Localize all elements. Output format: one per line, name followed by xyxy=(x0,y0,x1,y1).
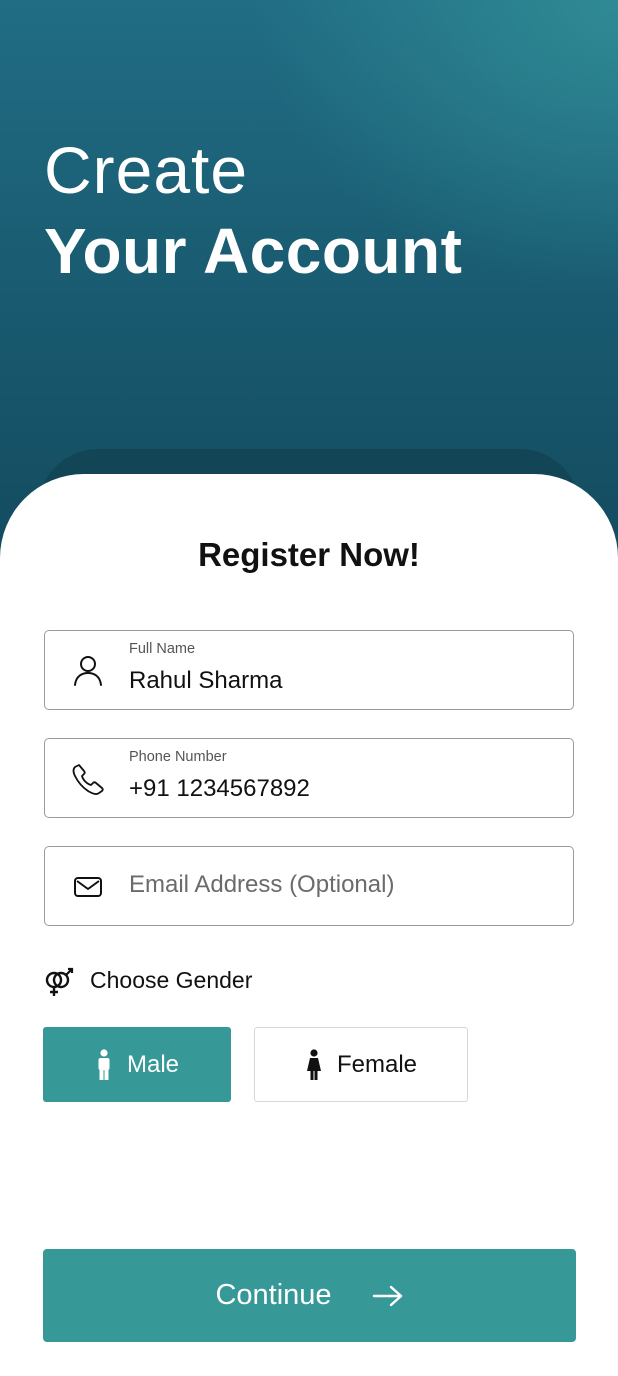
full-name-field[interactable]: Full Name xyxy=(44,630,574,710)
gender-female-button[interactable]: Female xyxy=(254,1027,468,1102)
full-name-input[interactable] xyxy=(129,667,549,695)
user-icon xyxy=(74,656,102,686)
gender-label: Choose Gender xyxy=(90,967,253,993)
register-heading: Register Now! xyxy=(198,536,420,573)
gender-male-label: Male xyxy=(126,1050,180,1078)
title-create: Create xyxy=(44,133,249,207)
phone-field[interactable]: Phone Number xyxy=(44,738,574,818)
gender-male-button[interactable]: Male xyxy=(43,1027,231,1102)
email-field[interactable]: Email Address (Optional) xyxy=(44,846,574,926)
full-name-label: Full Name xyxy=(129,641,196,657)
gender-icon xyxy=(45,967,74,996)
phone-input[interactable] xyxy=(129,775,549,803)
mail-icon xyxy=(74,877,102,897)
continue-button[interactable]: Continue xyxy=(43,1249,576,1342)
phone-icon xyxy=(72,764,104,795)
phone-label: Phone Number xyxy=(129,749,227,765)
female-icon xyxy=(306,1048,321,1080)
male-icon xyxy=(98,1048,110,1080)
arrow-right-icon xyxy=(372,1285,402,1306)
email-input[interactable]: Email Address (Optional) xyxy=(129,871,394,899)
title-your-account: Your Account xyxy=(44,215,463,287)
gender-female-label: Female xyxy=(336,1050,418,1078)
continue-label: Continue xyxy=(215,1279,332,1311)
